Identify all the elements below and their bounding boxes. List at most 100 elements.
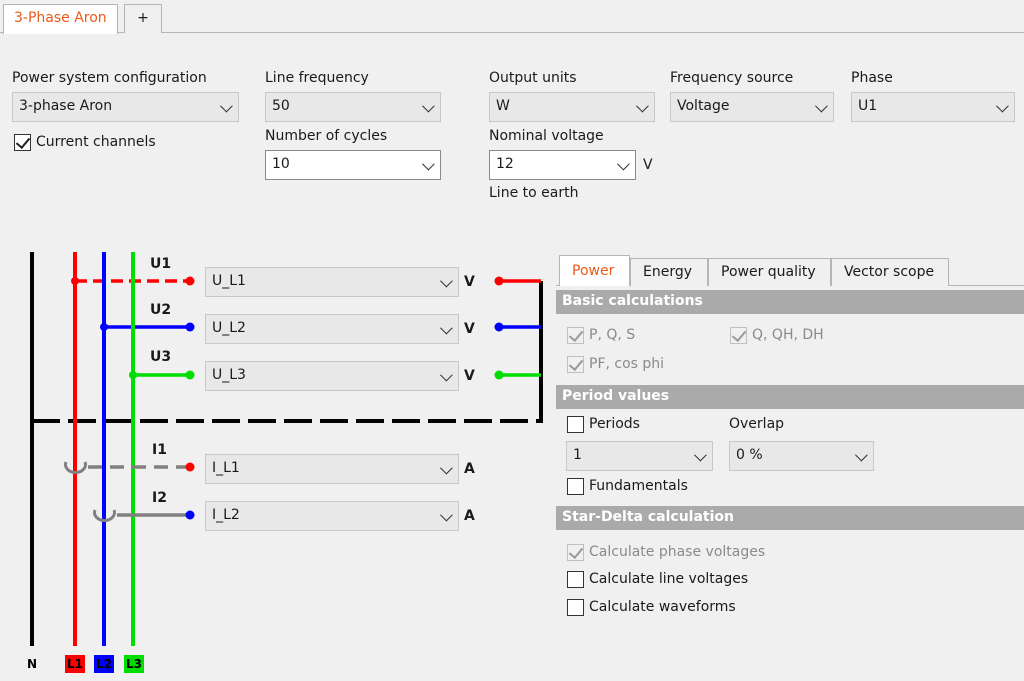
chevron-down-icon	[440, 368, 453, 382]
frequency-source-label: Frequency source	[670, 70, 794, 86]
u1-terminal	[185, 276, 195, 286]
pqs-checkbox[interactable]	[567, 327, 584, 344]
nominal-voltage-select[interactable]: 12	[489, 150, 636, 180]
output-units-value: W	[496, 98, 510, 114]
chevron-down-icon	[440, 321, 453, 335]
power-system-select[interactable]: 3-phase Aron	[12, 92, 239, 122]
tab-power-quality[interactable]: Power quality	[708, 258, 831, 286]
chevron-down-icon	[617, 157, 630, 171]
chevron-down-icon	[694, 448, 707, 462]
wire-label-l2: L2	[94, 655, 114, 673]
overlap-label: Overlap	[729, 416, 785, 432]
i1-terminal	[185, 462, 195, 472]
output-units-label: Output units	[489, 70, 577, 86]
chevron-down-icon	[440, 508, 453, 522]
u2-return-terminal	[494, 322, 504, 332]
fundamentals-checkbox[interactable]	[567, 478, 584, 495]
chevron-down-icon	[422, 157, 435, 171]
line-frequency-select[interactable]: 50	[265, 92, 441, 122]
u3-terminal	[185, 370, 195, 380]
chevron-down-icon	[996, 99, 1009, 113]
unit-i2: A	[464, 508, 475, 524]
unit-u1: V	[464, 274, 475, 290]
line-to-earth-label: Line to earth	[489, 185, 579, 201]
channel-label-i2: I2	[152, 490, 167, 506]
output-units-select[interactable]: W	[489, 92, 655, 122]
number-of-cycles-value: 10	[272, 156, 290, 172]
phase-voltages-label: Calculate phase voltages	[589, 544, 766, 560]
line-voltages-checkbox[interactable]	[567, 571, 584, 588]
unit-u3: V	[464, 368, 475, 384]
wire-label-l1: L1	[65, 655, 85, 673]
q-qh-dh-label: Q, QH, DH	[752, 327, 824, 343]
phase-label: Phase	[851, 70, 893, 86]
period-values-header: Period values	[556, 385, 1024, 409]
overlap-select[interactable]: 0 %	[729, 441, 874, 471]
chevron-down-icon	[636, 99, 649, 113]
channel-select-i2[interactable]: I_L2	[205, 501, 459, 531]
waveforms-label: Calculate waveforms	[589, 599, 736, 615]
channel-label-u3: U3	[150, 349, 172, 365]
u3-node	[129, 371, 137, 379]
line-frequency-value: 50	[272, 98, 290, 114]
unit-u2: V	[464, 321, 475, 337]
tab-energy[interactable]: Energy	[630, 258, 708, 286]
chevron-down-icon	[440, 461, 453, 475]
channel-value: I_L1	[212, 460, 240, 476]
channel-value: U_L2	[212, 320, 246, 336]
nominal-voltage-label: Nominal voltage	[489, 128, 604, 144]
u2-node	[100, 323, 108, 331]
unit-i1: A	[464, 461, 475, 477]
nominal-voltage-value: 12	[496, 156, 514, 172]
power-system-label: Power system configuration	[12, 70, 207, 86]
line-frequency-label: Line frequency	[265, 70, 369, 86]
pf-cos-phi-checkbox[interactable]	[567, 356, 584, 373]
current-channels-label: Current channels	[36, 134, 156, 150]
chevron-down-icon	[220, 99, 233, 113]
star-delta-header: Star-Delta calculation	[556, 506, 1024, 530]
nominal-voltage-unit: V	[643, 157, 653, 173]
u1-return-terminal	[494, 276, 504, 286]
channel-label-i1: I1	[152, 442, 167, 458]
frequency-source-select[interactable]: Voltage	[670, 92, 834, 122]
chevron-down-icon	[422, 99, 435, 113]
wire-label-n: N	[26, 657, 38, 671]
q-qh-dh-checkbox[interactable]	[730, 327, 747, 344]
phase-value: U1	[858, 98, 878, 114]
channel-select-u1[interactable]: U_L1	[205, 267, 459, 297]
channel-value: U_L1	[212, 273, 246, 289]
channel-label-u2: U2	[150, 302, 172, 318]
channel-select-u3[interactable]: U_L3	[205, 361, 459, 391]
periods-select[interactable]: 1	[566, 441, 713, 471]
channel-label-u1: U1	[150, 256, 172, 272]
phase-select[interactable]: U1	[851, 92, 1015, 122]
waveforms-checkbox[interactable]	[567, 599, 584, 616]
i2-terminal	[185, 510, 195, 520]
tab-3-phase-aron[interactable]: 3-Phase Aron	[3, 4, 118, 34]
current-channels-checkbox[interactable]	[14, 134, 31, 151]
number-of-cycles-select[interactable]: 10	[265, 150, 441, 180]
channel-value: U_L3	[212, 367, 246, 383]
tab-power[interactable]: Power	[559, 255, 630, 286]
chevron-down-icon	[815, 99, 828, 113]
number-of-cycles-label: Number of cycles	[265, 128, 388, 144]
channel-select-u2[interactable]: U_L2	[205, 314, 459, 344]
pqs-label: P, Q, S	[589, 327, 636, 343]
overlap-value: 0 %	[736, 447, 763, 463]
channel-value: I_L2	[212, 507, 240, 523]
periods-label: Periods	[589, 416, 640, 432]
periods-value: 1	[573, 447, 582, 463]
chevron-down-icon	[440, 274, 453, 288]
power-system-value: 3-phase Aron	[19, 98, 113, 114]
basic-calculations-header: Basic calculations	[556, 290, 1024, 314]
pf-cos-phi-label: PF, cos phi	[589, 356, 665, 372]
line-voltages-label: Calculate line voltages	[589, 571, 749, 587]
periods-checkbox[interactable]	[567, 416, 584, 433]
add-tab-button[interactable]: +	[124, 4, 162, 33]
channel-select-i1[interactable]: I_L1	[205, 454, 459, 484]
tab-vector-scope[interactable]: Vector scope	[831, 258, 949, 286]
wire-label-l3: L3	[124, 655, 144, 673]
phase-voltages-checkbox[interactable]	[567, 544, 584, 561]
fundamentals-label: Fundamentals	[589, 478, 688, 494]
chevron-down-icon	[855, 448, 868, 462]
